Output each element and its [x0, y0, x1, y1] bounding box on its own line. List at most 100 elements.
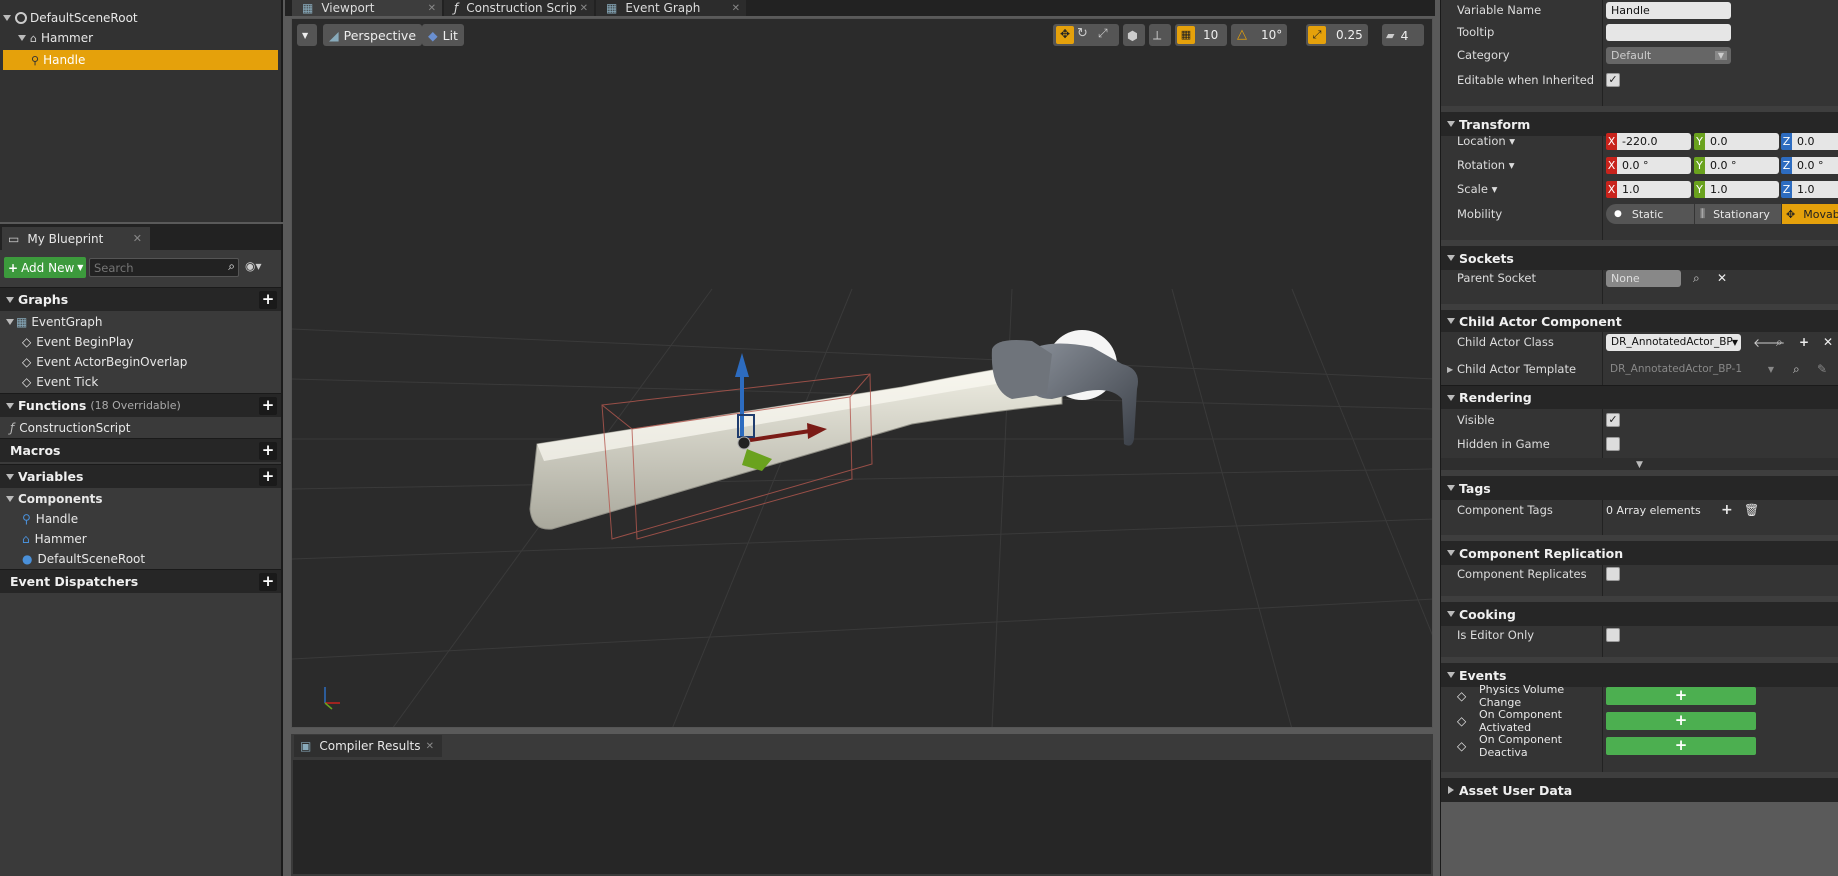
add-new-button[interactable]: + Add New ▼	[4, 257, 86, 278]
grid-snap-icon[interactable]: ▦	[1177, 26, 1195, 44]
asset-user-data-section[interactable]: Asset User Data	[1441, 772, 1838, 802]
event-dispatchers-section[interactable]: Event Dispatchers +	[0, 569, 281, 593]
rotation-snap-icon[interactable]: △	[1233, 26, 1251, 44]
rotate-tool-icon[interactable]: ↻	[1077, 26, 1088, 41]
camera-speed-button[interactable]: ▰ 4	[1382, 24, 1424, 46]
close-tab-icon[interactable]: ✕	[426, 741, 434, 752]
collapse-arrow-icon[interactable]	[1447, 318, 1455, 324]
close-tab-icon[interactable]: ✕	[428, 3, 436, 14]
scale-snap-icon[interactable]: ⤢	[1308, 26, 1326, 44]
collapse-arrow-icon[interactable]	[6, 473, 14, 480]
event-item[interactable]: ◇ Event ActorBeginOverlap	[0, 353, 281, 371]
collapse-arrow-icon[interactable]	[1447, 121, 1455, 127]
collapse-arrow-icon[interactable]	[1447, 550, 1455, 556]
rotation-snap-group[interactable]: △ 10°	[1231, 24, 1287, 46]
add-event-button[interactable]: +	[1606, 737, 1756, 755]
scale-tool-icon[interactable]: ⤢	[1098, 26, 1108, 41]
expand-arrow-icon[interactable]: ▶	[1447, 365, 1453, 374]
event-item[interactable]: ◇ Event Tick	[0, 373, 281, 391]
child-actor-component-section[interactable]: Child Actor Component	[1441, 304, 1838, 332]
tab-construction-script[interactable]: ƒ Construction Scrip ✕	[444, 0, 594, 16]
add-event-button[interactable]: +	[1606, 712, 1756, 730]
collapse-arrow-icon[interactable]	[6, 402, 14, 409]
view-mode-lit-button[interactable]: ◆ Lit	[422, 24, 464, 46]
editable-inherited-checkbox[interactable]: ✓	[1606, 73, 1620, 87]
variable-name-input[interactable]: Handle	[1606, 1, 1731, 19]
blueprint-search-input[interactable]	[90, 259, 215, 276]
tree-item-hammer[interactable]: ⌂ Hammer	[0, 29, 281, 47]
add-graph-button[interactable]: +	[259, 290, 277, 309]
child-actor-class-dropdown[interactable]: DR_AnnotatedActor_BP ▼	[1606, 333, 1741, 351]
expand-arrow-icon[interactable]	[18, 35, 26, 41]
graphs-section[interactable]: Graphs +	[0, 287, 281, 311]
blueprint-search-box[interactable]: ⌕	[89, 258, 239, 277]
visible-checkbox[interactable]: ✓	[1606, 413, 1620, 427]
search-icon[interactable]: ⌕	[228, 259, 235, 274]
scale-snap-group[interactable]: ⤢ 0.25	[1306, 24, 1368, 46]
trash-icon[interactable]: 🗑	[1744, 503, 1759, 517]
expand-arrow-icon[interactable]	[6, 319, 14, 325]
collapse-arrow-icon[interactable]	[6, 296, 14, 303]
tooltip-input[interactable]	[1606, 23, 1731, 41]
clear-icon[interactable]: ✕	[1823, 335, 1833, 349]
browse-socket-icon[interactable]: ⌕	[1693, 271, 1700, 286]
expand-arrow-icon[interactable]	[1448, 786, 1454, 794]
rotation-snap-value[interactable]: 10°	[1261, 28, 1282, 42]
mobility-stationary-button[interactable]: ⫼ Stationary	[1695, 204, 1781, 224]
clear-socket-icon[interactable]: ✕	[1717, 271, 1727, 285]
add-element-icon[interactable]: +	[1721, 502, 1733, 518]
add-function-button[interactable]: +	[259, 396, 277, 415]
grid-snap-group[interactable]: ▦ 10	[1175, 24, 1227, 46]
location-x-input[interactable]: -220.0	[1617, 132, 1691, 150]
add-event-button[interactable]: +	[1606, 687, 1756, 705]
expand-arrow-icon[interactable]	[3, 15, 11, 21]
component-variable-item[interactable]: ● DefaultSceneRoot	[0, 550, 281, 568]
hidden-in-game-checkbox[interactable]	[1606, 437, 1620, 451]
perspective-button[interactable]: ◢ Perspective	[323, 24, 423, 46]
world-local-button[interactable]: ⬢	[1123, 24, 1145, 46]
tab-my-blueprint[interactable]: ▭ My Blueprint ✕	[2, 227, 150, 250]
location-z-input[interactable]: 0.0	[1792, 132, 1838, 150]
scale-snap-value[interactable]: 0.25	[1336, 28, 1363, 42]
functions-section[interactable]: Functions (18 Overridable) +	[0, 393, 281, 417]
grid-snap-value[interactable]: 10	[1203, 28, 1218, 42]
add-icon[interactable]: +	[1799, 335, 1809, 349]
tab-viewport[interactable]: ▦ Viewport ✕	[292, 0, 442, 16]
tab-event-graph[interactable]: ▦ Event Graph ✕	[596, 0, 746, 16]
component-replicates-checkbox[interactable]	[1606, 567, 1620, 581]
view-options-eye-icon[interactable]: ◉▾	[245, 259, 262, 273]
close-tab-icon[interactable]: ✕	[133, 232, 142, 245]
tab-compiler-results[interactable]: ▣ Compiler Results ✕	[294, 735, 442, 757]
tree-item-default-scene-root[interactable]: DefaultSceneRoot	[0, 9, 281, 27]
close-tab-icon[interactable]: ✕	[580, 3, 588, 14]
component-variable-item[interactable]: ⌂ Hammer	[0, 530, 281, 548]
child-actor-template-dropdown[interactable]: DR_AnnotatedActor_BP-1 ▼	[1606, 361, 1778, 378]
collapse-arrow-icon[interactable]	[1447, 255, 1455, 261]
is-editor-only-checkbox[interactable]	[1606, 628, 1620, 642]
surface-snap-button[interactable]: ⟂	[1149, 24, 1171, 46]
event-item[interactable]: ◇ Event BeginPlay	[0, 333, 281, 351]
edit-pencil-icon[interactable]: ✎	[1817, 362, 1827, 376]
collapse-arrow-icon[interactable]	[1447, 394, 1455, 401]
component-replication-section[interactable]: Component Replication	[1441, 535, 1838, 565]
mobility-movable-button[interactable]: ✥ Movable	[1782, 204, 1838, 224]
location-dropdown[interactable]: Location ▾	[1457, 134, 1515, 148]
event-graph-item[interactable]: ▦ EventGraph	[0, 313, 281, 331]
collapse-arrow-icon[interactable]	[1447, 611, 1455, 617]
add-event-dispatcher-button[interactable]: +	[259, 572, 277, 591]
cooking-section[interactable]: Cooking	[1441, 596, 1838, 626]
construction-script-item[interactable]: ƒ ConstructionScript	[0, 419, 281, 437]
collapse-arrow-icon[interactable]	[1447, 672, 1455, 678]
rotation-dropdown[interactable]: Rotation ▾	[1457, 158, 1515, 172]
location-y-input[interactable]: 0.0	[1705, 132, 1779, 150]
rotation-x-input[interactable]: 0.0 °	[1617, 156, 1691, 174]
components-category[interactable]: Components	[0, 490, 281, 508]
close-tab-icon[interactable]: ✕	[732, 3, 740, 14]
parent-socket-field[interactable]: None	[1606, 269, 1681, 287]
browse-icon[interactable]: ⌕	[1776, 335, 1783, 350]
tree-item-handle[interactable]: ⚲ Handle	[3, 50, 278, 70]
macros-section[interactable]: Macros +	[0, 438, 281, 462]
mobility-static-button[interactable]: ● Static	[1606, 204, 1694, 224]
scale-x-input[interactable]: 1.0	[1617, 180, 1691, 198]
add-macro-button[interactable]: +	[259, 441, 277, 460]
